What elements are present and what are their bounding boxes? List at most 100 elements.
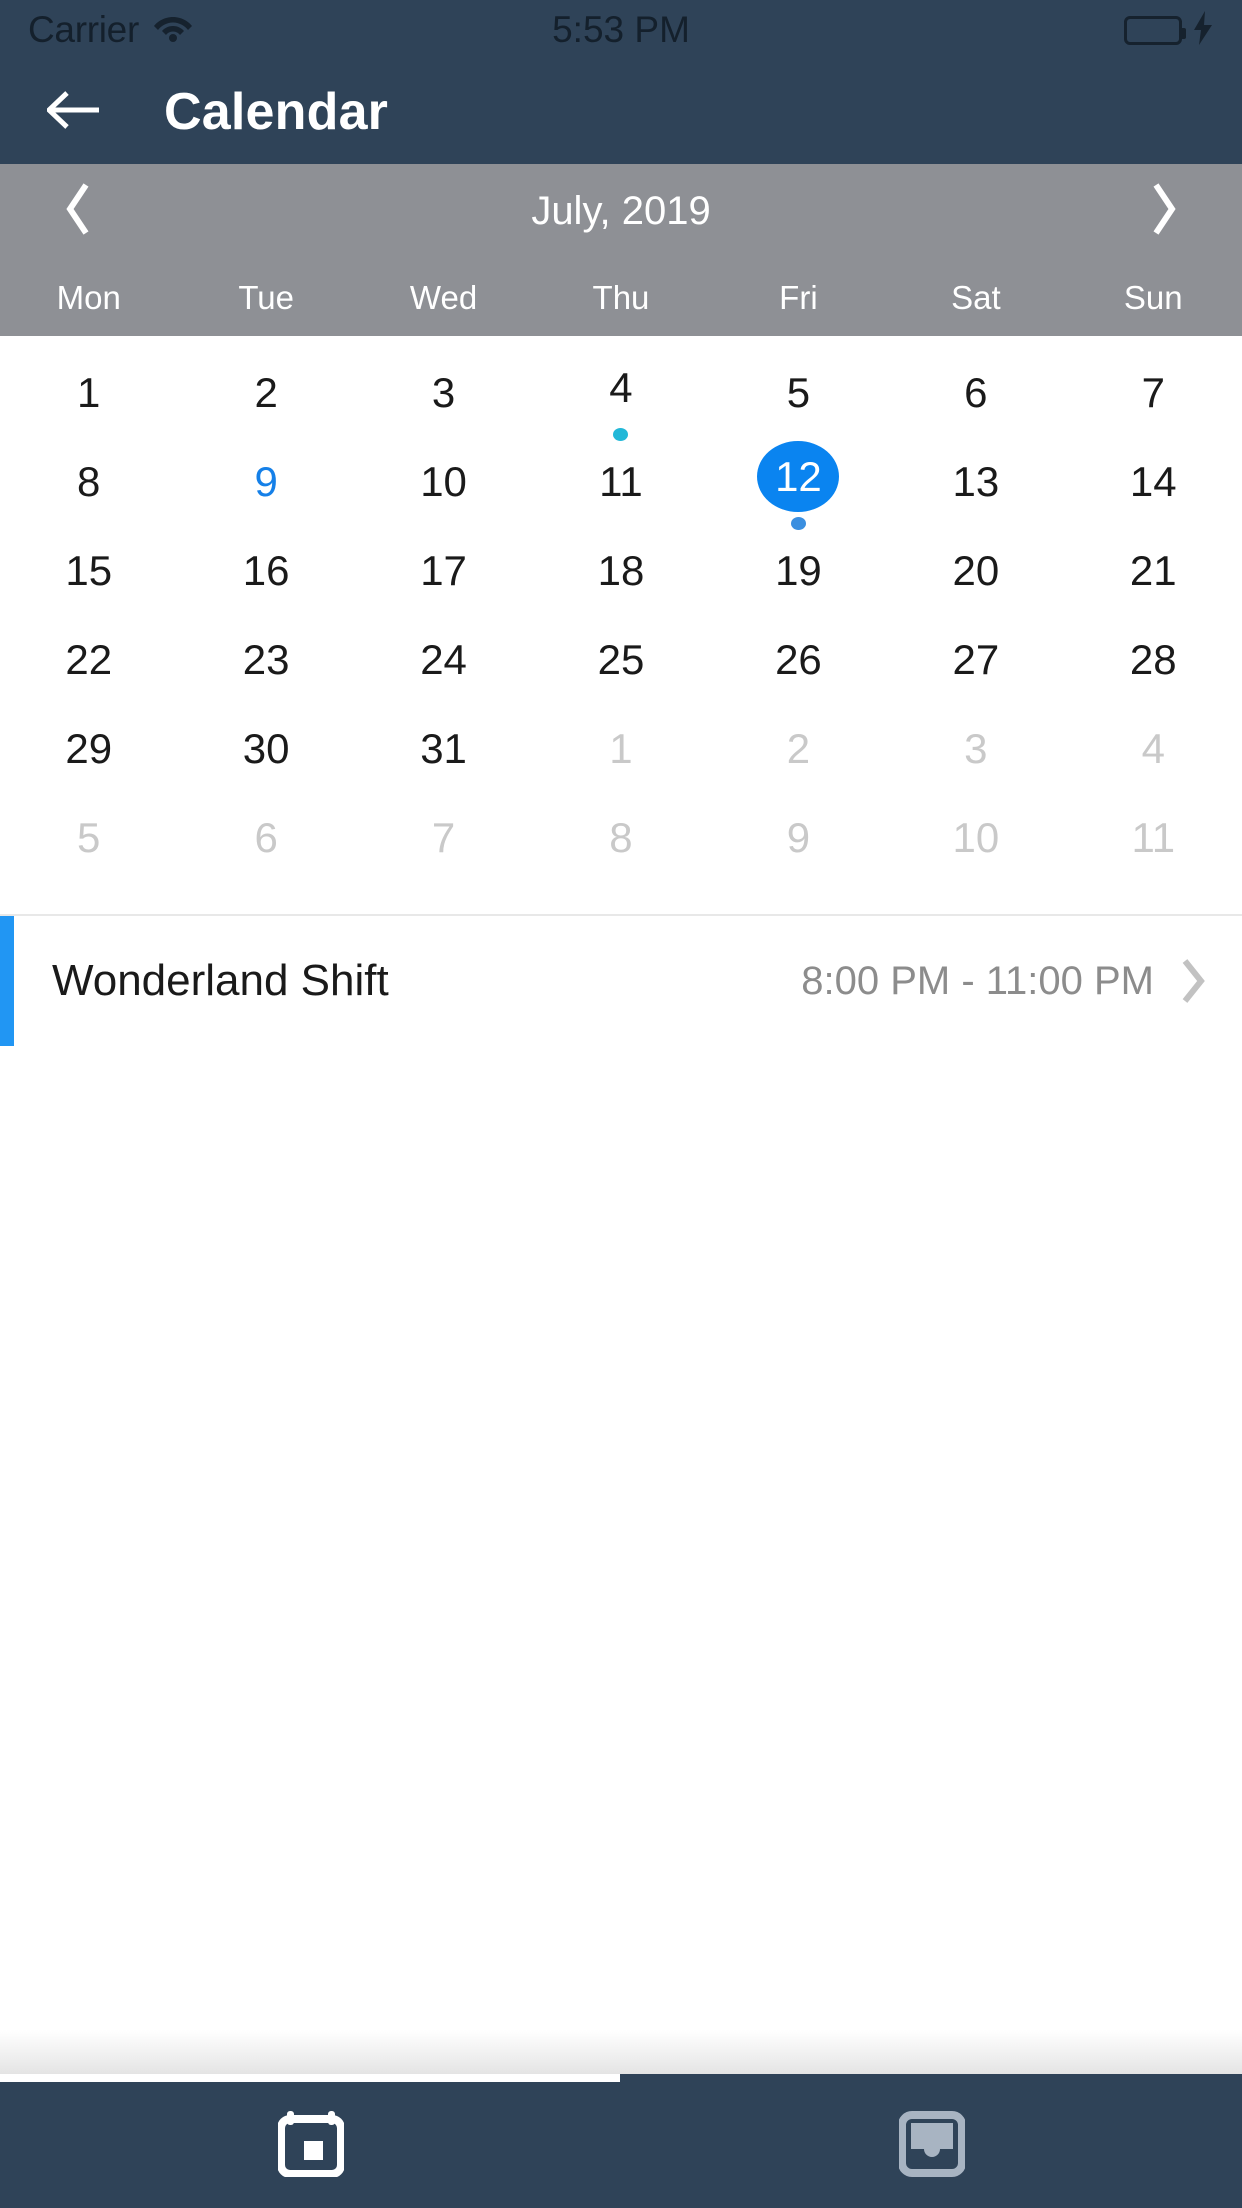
day-cell[interactable]: 3 [355, 352, 532, 441]
day-cell[interactable]: 8 [532, 797, 709, 886]
next-month-button[interactable] [1132, 180, 1196, 244]
day-cell[interactable]: 5 [710, 352, 887, 441]
day-number: 13 [952, 458, 1000, 505]
day-number: 5 [786, 369, 811, 416]
day-cell[interactable]: 10 [355, 441, 532, 530]
weekday-label: Thu [592, 278, 650, 316]
app-root: Carrier 5:53 PM Calendar July, 2019 Mon … [0, 0, 1242, 2208]
day-cell[interactable]: 16 [177, 530, 354, 619]
day-cell[interactable]: 29 [0, 708, 177, 797]
day-cell[interactable]: 5 [0, 797, 177, 886]
day-cell[interactable]: 11 [1065, 797, 1242, 886]
day-cell[interactable]: 18 [532, 530, 709, 619]
day-cell[interactable]: 25 [532, 619, 709, 708]
day-number: 27 [952, 636, 1000, 683]
day-cell[interactable]: 4 [532, 352, 709, 441]
day-number: 24 [420, 636, 467, 683]
day-cell[interactable]: 1 [532, 708, 709, 797]
weekday-label: Sun [1123, 278, 1183, 316]
day-cell[interactable]: 14 [1065, 441, 1242, 530]
previous-month-button[interactable] [46, 180, 110, 244]
day-number: 7 [1141, 369, 1165, 416]
day-cell[interactable]: 10 [887, 797, 1064, 886]
day-cell[interactable]: 23 [177, 619, 354, 708]
day-cell[interactable]: 19 [710, 530, 887, 619]
carrier-label: Carrier [28, 9, 139, 50]
weekday-header-row: Mon Tue Wed Thu Fri Sat Sun [0, 259, 1242, 336]
day-cell[interactable]: 22 [0, 619, 177, 708]
day-cell[interactable]: 27 [887, 619, 1064, 708]
status-bar-left: Carrier [28, 9, 193, 51]
day-number: 18 [597, 547, 645, 594]
day-cell[interactable]: 4 [1065, 708, 1242, 797]
day-number: 29 [65, 725, 113, 772]
day-cell[interactable]: 9 [177, 441, 354, 530]
day-cell[interactable]: 6 [887, 352, 1064, 441]
chevron-right-icon[interactable] [1180, 958, 1206, 1004]
tab-inbox[interactable] [621, 2082, 1242, 2208]
day-cell[interactable]: 12 [710, 441, 887, 530]
day-cell[interactable]: 26 [710, 619, 887, 708]
day-number: 20 [952, 547, 1000, 594]
event-row[interactable]: Wonderland Shift 8:00 PM - 11:00 PM [0, 916, 1242, 1046]
day-number: 3 [431, 369, 456, 416]
back-button[interactable] [45, 84, 102, 140]
chevron-right-icon [1149, 182, 1179, 241]
day-number: 6 [964, 369, 988, 416]
day-number: 6 [254, 814, 278, 861]
day-cell[interactable]: 7 [1065, 352, 1242, 441]
month-label: July, 2019 [531, 189, 711, 233]
day-number: 9 [786, 814, 811, 861]
day-number: 14 [1129, 458, 1177, 505]
day-number: 8 [609, 814, 633, 861]
day-cell[interactable]: 2 [710, 708, 887, 797]
lightning-bolt-icon [1192, 10, 1214, 50]
day-number: 5 [77, 814, 101, 861]
status-bar: Carrier 5:53 PM [0, 0, 1242, 60]
day-cell[interactable]: 17 [355, 530, 532, 619]
page-title: Calendar [164, 83, 389, 141]
day-cell[interactable]: 7 [355, 797, 532, 886]
day-cell[interactable]: 15 [0, 530, 177, 619]
day-cell[interactable]: 3 [887, 708, 1064, 797]
day-cell[interactable]: 2 [177, 352, 354, 441]
scroll-indicator[interactable] [0, 2074, 1242, 2082]
day-cell[interactable]: 28 [1065, 619, 1242, 708]
day-number: 25 [597, 636, 645, 683]
event-indicator-dot [790, 517, 806, 530]
day-number: 23 [242, 636, 290, 683]
calendar-icon [276, 2109, 345, 2182]
day-number: 19 [775, 547, 822, 594]
day-number: 16 [242, 547, 290, 594]
event-time: 8:00 PM - 11:00 PM [801, 958, 1154, 1003]
day-number: 8 [77, 458, 101, 505]
nav-bar: Calendar [0, 60, 1242, 164]
day-cell[interactable]: 11 [532, 441, 709, 530]
day-number: 2 [254, 369, 278, 416]
status-bar-right [1124, 10, 1214, 50]
day-cell[interactable]: 21 [1065, 530, 1242, 619]
tab-calendar[interactable] [0, 2082, 621, 2208]
inbox-icon [897, 2109, 966, 2182]
day-number: 9 [254, 458, 278, 505]
day-cell[interactable]: 24 [355, 619, 532, 708]
day-number: 4 [1141, 725, 1165, 772]
day-number: 2 [786, 725, 811, 772]
scroll-thumb[interactable] [0, 2074, 620, 2082]
bottom-fade [0, 2030, 1242, 2074]
day-cell[interactable]: 9 [710, 797, 887, 886]
day-number: 10 [420, 458, 467, 505]
day-cell[interactable]: 31 [355, 708, 532, 797]
event-title: Wonderland Shift [52, 956, 389, 1005]
calendar-day-grid: 1 2 3 4 5 6 7 8 9 10 11 12 13 14 15 16 17 18 19 20 21 22 23 24 2… [0, 336, 1242, 886]
day-cell[interactable]: 30 [177, 708, 354, 797]
day-cell[interactable]: 6 [177, 797, 354, 886]
tab-bar [0, 2082, 1242, 2208]
day-cell[interactable]: 20 [887, 530, 1064, 619]
day-cell[interactable]: 8 [0, 441, 177, 530]
day-number: 21 [1129, 547, 1177, 594]
month-header: July, 2019 [0, 164, 1242, 259]
day-cell[interactable]: 1 [0, 352, 177, 441]
day-cell[interactable]: 13 [887, 441, 1064, 530]
day-number: 28 [1129, 636, 1177, 683]
